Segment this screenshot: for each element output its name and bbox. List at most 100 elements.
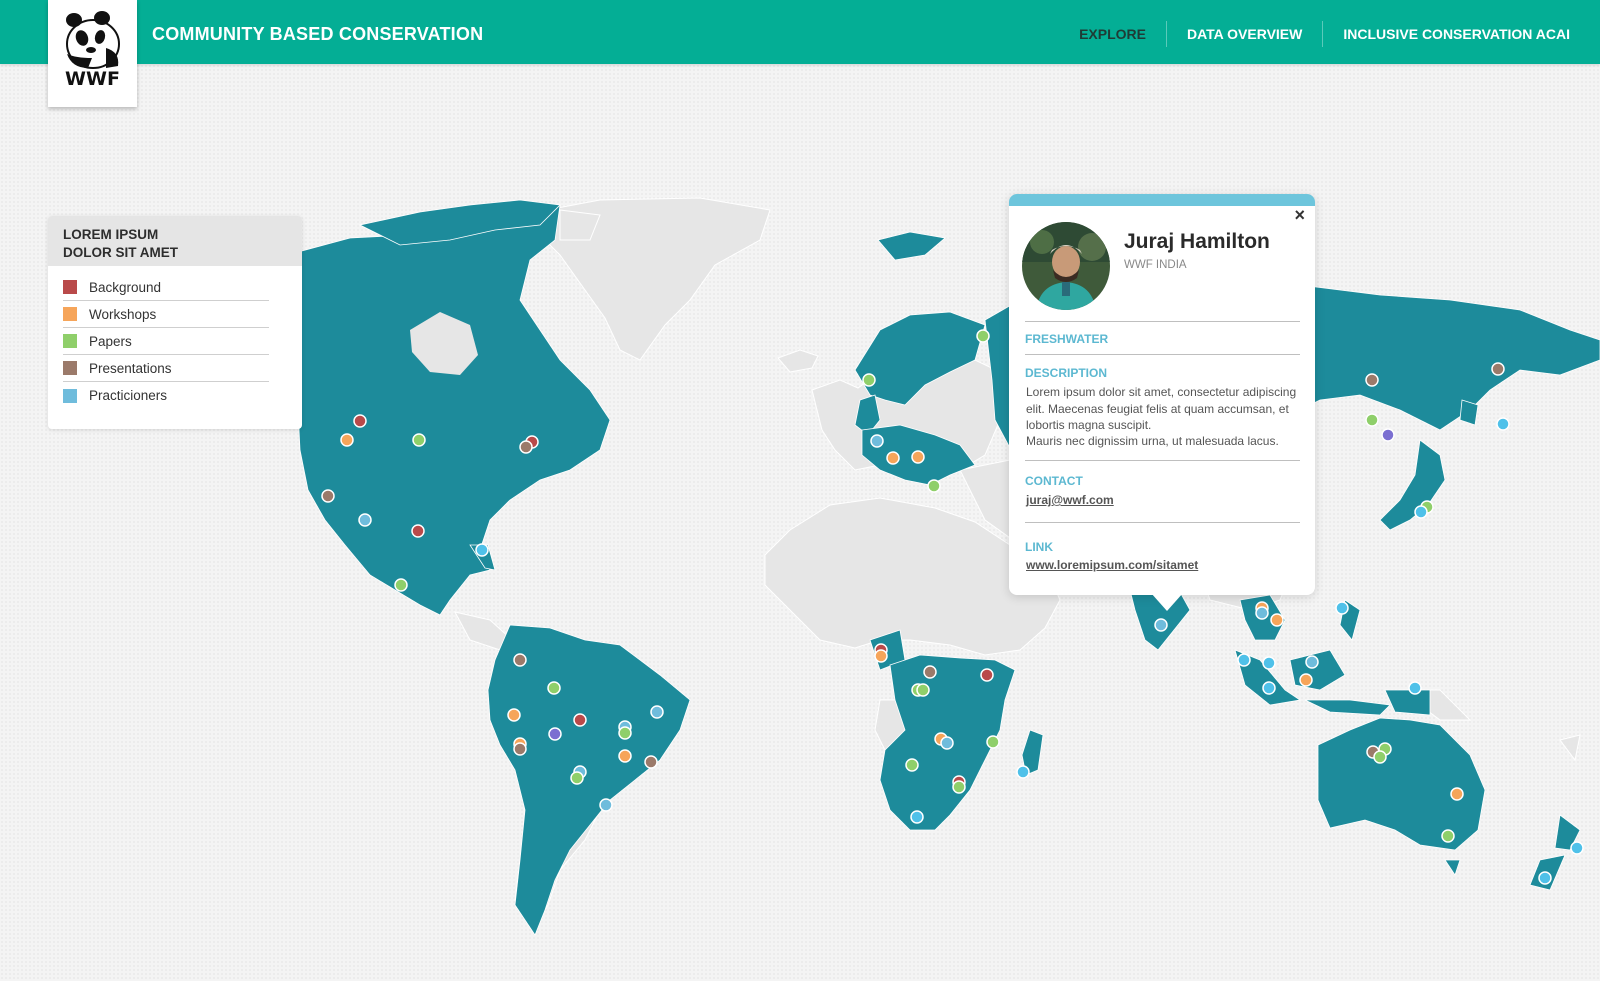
world-map[interactable] <box>0 64 1600 981</box>
marker[interactable] <box>1262 656 1276 670</box>
panda-icon <box>65 11 120 69</box>
legend-panel: LOREM IPSUM DOLOR SIT AMET Background Wo… <box>48 216 302 429</box>
marker[interactable] <box>513 742 527 756</box>
divider <box>1025 460 1300 461</box>
marker[interactable] <box>911 450 925 464</box>
marker[interactable] <box>905 758 919 772</box>
logo-text: WWF <box>65 68 120 90</box>
marker[interactable] <box>1262 681 1276 695</box>
legend-title-line-1: LOREM IPSUM <box>63 227 159 242</box>
marker[interactable] <box>1414 505 1428 519</box>
profile-organization: WWF INDIA <box>1124 259 1187 271</box>
legend-item-papers[interactable]: Papers <box>63 328 269 355</box>
legend-item-label: Workshops <box>89 306 157 322</box>
marker[interactable] <box>874 649 888 663</box>
marker[interactable] <box>570 771 584 785</box>
marker[interactable] <box>573 713 587 727</box>
category-label: FRESHWATER <box>1025 332 1109 346</box>
nav-data-overview[interactable]: DATA OVERVIEW <box>1165 21 1322 47</box>
marker[interactable] <box>986 735 1000 749</box>
marker[interactable] <box>1016 765 1030 779</box>
nav-explore[interactable]: EXPLORE <box>1059 21 1166 47</box>
legend-swatch <box>63 334 77 348</box>
legend-item-workshops[interactable]: Workshops <box>63 301 269 328</box>
description-text-2: Mauris nec dignissim urna, ut malesuada … <box>1026 434 1279 448</box>
popup-header-bar <box>1009 194 1315 206</box>
marker[interactable] <box>1335 601 1349 615</box>
marker[interactable] <box>507 708 521 722</box>
divider <box>1025 354 1300 355</box>
avatar <box>1022 222 1110 310</box>
marker[interactable] <box>1408 681 1422 695</box>
marker[interactable] <box>1299 673 1313 687</box>
website-link[interactable]: www.loremipsum.com/sitamet <box>1026 558 1198 572</box>
marker[interactable] <box>1237 653 1251 667</box>
marker[interactable] <box>927 479 941 493</box>
marker[interactable] <box>1570 841 1584 855</box>
marker[interactable] <box>519 440 533 454</box>
marker[interactable] <box>980 668 994 682</box>
legend-item-label: Practicioners <box>89 388 168 403</box>
marker[interactable] <box>976 329 990 343</box>
marker[interactable] <box>916 683 930 697</box>
description-text: Lorem ipsum dolor sit amet, consectetur … <box>1026 385 1297 432</box>
marker[interactable] <box>513 653 527 667</box>
marker[interactable] <box>1255 606 1269 620</box>
close-icon[interactable]: × <box>1294 206 1305 224</box>
legend-item-background[interactable]: Background <box>63 274 269 301</box>
marker[interactable] <box>1381 428 1395 442</box>
marker[interactable] <box>1270 613 1284 627</box>
marker[interactable] <box>1373 750 1387 764</box>
marker[interactable] <box>1491 362 1505 376</box>
divider <box>1025 522 1300 523</box>
marker[interactable] <box>650 705 664 719</box>
divider <box>1025 321 1300 322</box>
marker[interactable] <box>358 513 372 527</box>
popup-pointer <box>1151 593 1183 611</box>
marker[interactable] <box>1496 417 1510 431</box>
profile-name: Juraj Hamilton <box>1124 230 1270 253</box>
marker[interactable] <box>940 736 954 750</box>
marker[interactable] <box>923 665 937 679</box>
marker[interactable] <box>952 780 966 794</box>
marker[interactable] <box>1538 871 1552 885</box>
marker[interactable] <box>618 749 632 763</box>
marker[interactable] <box>618 726 632 740</box>
wwf-logo[interactable]: WWF <box>48 0 137 107</box>
marker[interactable] <box>644 755 658 769</box>
marker[interactable] <box>321 489 335 503</box>
marker[interactable] <box>412 433 426 447</box>
legend-swatch <box>63 361 77 375</box>
contact-email-link[interactable]: juraj@wwf.com <box>1026 493 1114 507</box>
legend-item-presentations[interactable]: Presentations <box>63 355 269 382</box>
legend-item-label: Presentations <box>89 360 172 376</box>
marker[interactable] <box>1365 413 1379 427</box>
legend-item-practicioners[interactable]: Practicioners <box>63 382 269 409</box>
legend-list: Background Workshops Papers Presentation… <box>48 266 302 409</box>
marker[interactable] <box>870 434 884 448</box>
marker[interactable] <box>886 451 900 465</box>
marker[interactable] <box>1441 829 1455 843</box>
marker[interactable] <box>394 578 408 592</box>
main-nav: EXPLORE DATA OVERVIEW INCLUSIVE CONSERVA… <box>1059 21 1570 47</box>
legend-swatch <box>63 307 77 321</box>
marker[interactable] <box>910 810 924 824</box>
marker[interactable] <box>599 798 613 812</box>
description-heading: DESCRIPTION <box>1025 366 1108 380</box>
marker[interactable] <box>1305 655 1319 669</box>
marker[interactable] <box>1365 373 1379 387</box>
top-bar: COMMUNITY BASED CONSERVATION EXPLORE DAT… <box>0 0 1600 64</box>
contact-heading: CONTACT <box>1025 474 1083 488</box>
marker[interactable] <box>353 414 367 428</box>
marker[interactable] <box>1154 618 1168 632</box>
marker[interactable] <box>862 373 876 387</box>
marker[interactable] <box>340 433 354 447</box>
marker[interactable] <box>475 543 489 557</box>
marker[interactable] <box>547 681 561 695</box>
legend-title-line-2: DOLOR SIT AMET <box>63 245 178 260</box>
nav-inclusive-conservation[interactable]: INCLUSIVE CONSERVATION ACAI <box>1322 21 1570 47</box>
marker[interactable] <box>411 524 425 538</box>
link-heading: LINK <box>1025 540 1053 554</box>
marker[interactable] <box>1450 787 1464 801</box>
marker[interactable] <box>548 727 562 741</box>
